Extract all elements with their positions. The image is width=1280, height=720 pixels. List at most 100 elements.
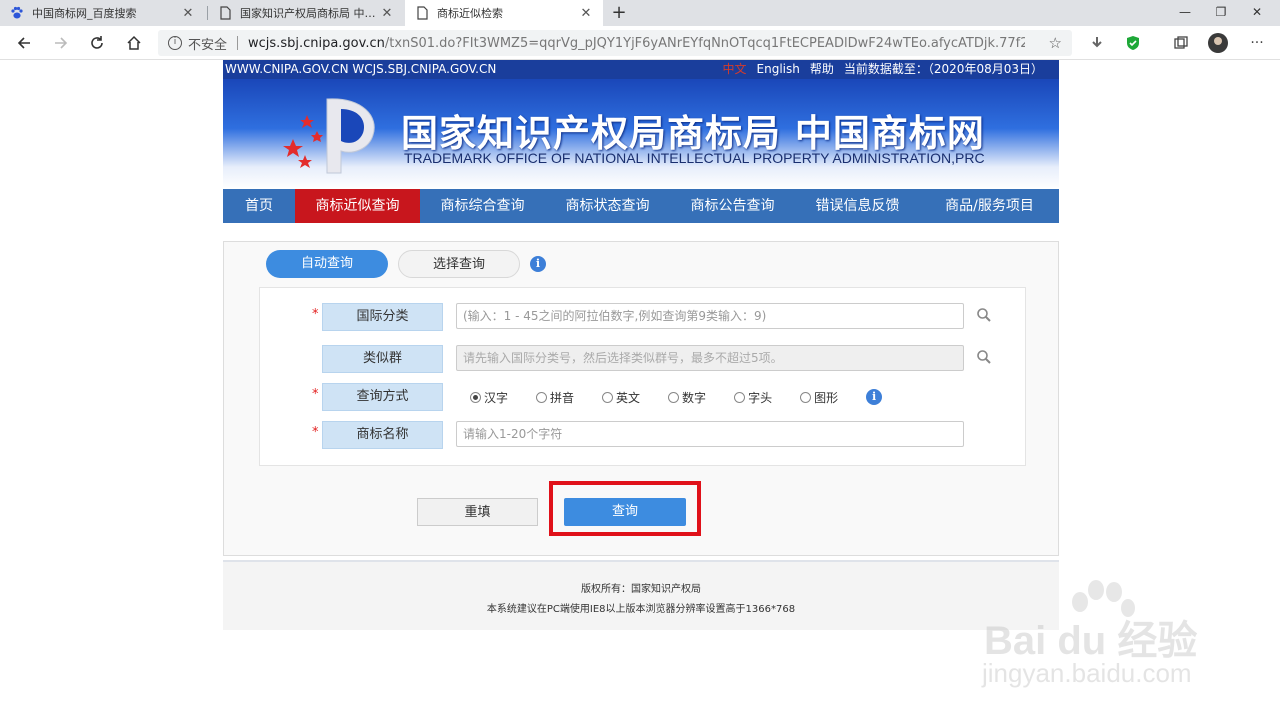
address-toolbar: i 不安全 wcjs.sbj.cnipa.gov.cn /txnS01.do?F…	[0, 26, 1280, 60]
url-host: wcjs.sbj.cnipa.gov.cn	[248, 35, 385, 51]
forward-icon[interactable]	[48, 31, 74, 55]
radio-label: 字头	[748, 390, 773, 405]
radio-english[interactable]: 英文	[602, 389, 640, 406]
tab-auto-search[interactable]: 自动查询	[266, 250, 388, 278]
tab-title: 商标近似检索	[437, 7, 503, 20]
row-query-method: * 查询方式 汉字 拼音 英文 数字 字头 图形 i	[260, 383, 1025, 411]
tab-title: 中国商标网_百度搜索	[32, 7, 137, 20]
tab-cnipa-home[interactable]: 国家知识产权局商标局 中国商标 ✕	[208, 0, 404, 26]
label-query-method: 查询方式	[322, 383, 443, 411]
search-mode-tabs: 自动查询 选择查询 i	[266, 250, 546, 278]
info-icon[interactable]: i	[168, 36, 182, 50]
trademark-name-input[interactable]: 请输入1-20个字符	[456, 421, 964, 447]
radio-dot[interactable]	[800, 391, 812, 403]
nav-error-feedback[interactable]: 错误信息反馈	[795, 189, 920, 223]
favorite-star-icon[interactable]: ☆	[1049, 34, 1062, 52]
site-title-en: TRADEMARK OFFICE OF NATIONAL INTELLECTUA…	[404, 150, 985, 166]
browser-tab-bar: 中国商标网_百度搜索 ✕ 国家知识产权局商标局 中国商标 ✕ 商标近似检索 ✕ …	[0, 0, 1280, 26]
data-date-label: 当前数据截至：（2020年08月03日）	[843, 62, 1043, 76]
more-options-icon[interactable]: ···	[1245, 31, 1269, 55]
radio-initial[interactable]: 字头	[734, 389, 772, 406]
label-trademark-name: 商标名称	[322, 421, 443, 449]
nav-announcement-search[interactable]: 商标公告查询	[670, 189, 795, 223]
tab-baidu-search[interactable]: 中国商标网_百度搜索 ✕	[0, 0, 205, 26]
close-icon[interactable]: ✕	[181, 6, 195, 21]
close-icon[interactable]: ✕	[380, 6, 394, 21]
reset-button[interactable]: 重填	[417, 498, 538, 526]
radio-label: 汉字	[484, 390, 509, 405]
label-intl-class: 国际分类	[322, 303, 443, 331]
address-divider	[237, 36, 239, 50]
info-icon[interactable]: i	[530, 256, 546, 272]
radio-dot[interactable]	[734, 391, 746, 403]
nav-comprehensive-search[interactable]: 商标综合查询	[420, 189, 545, 223]
radio-pinyin[interactable]: 拼音	[536, 389, 574, 406]
close-icon[interactable]: ✕	[579, 6, 593, 21]
required-mark: *	[312, 425, 319, 440]
query-method-options: 汉字 拼音 英文 数字 字头 图形 i	[470, 383, 883, 411]
url-path: /txnS01.do?FIt3WMZ5=qqrVg_pJQY1YjF6yANrE…	[384, 35, 1025, 51]
search-icon[interactable]	[976, 349, 992, 365]
nav-goods-services[interactable]: 商品/服务项目	[920, 189, 1059, 223]
radio-label: 拼音	[550, 390, 575, 405]
download-icon[interactable]	[1085, 31, 1109, 55]
top-links: 中文 English 帮助 当前数据截至：（2020年08月03日）	[723, 60, 1043, 79]
info-icon[interactable]: i	[866, 389, 883, 405]
home-icon[interactable]	[121, 31, 147, 55]
radio-label: 数字	[682, 390, 707, 405]
collections-icon[interactable]	[1169, 31, 1193, 55]
page-icon	[218, 6, 232, 20]
radio-dot[interactable]	[536, 391, 548, 403]
main-navigation: 首页 商标近似查询 商标综合查询 商标状态查询 商标公告查询 错误信息反馈 商品…	[223, 189, 1059, 223]
radio-label: 英文	[616, 390, 641, 405]
radio-label: 图形	[814, 390, 839, 405]
site-title-cn: 国家知识产权局商标局 中国商标网	[401, 111, 985, 155]
insecure-label: 不安全	[188, 37, 228, 53]
row-intl-class: * 国际分类 (输入：1 - 45之间的阿拉伯数字,例如查询第9类输入：9)	[260, 303, 1025, 331]
site-domains: WWW.CNIPA.GOV.CN WCJS.SBJ.CNIPA.GOV.CN	[225, 62, 497, 76]
search-panel: 自动查询 选择查询 i * 国际分类 (输入：1 - 45之间的阿拉伯数字,例如…	[223, 241, 1059, 556]
tab-similar-search[interactable]: 商标近似检索 ✕	[405, 0, 603, 26]
site-banner: 国家知识产权局商标局 中国商标网 TRADEMARK OFFICE OF NAT…	[223, 79, 1059, 189]
radio-dot[interactable]	[668, 391, 680, 403]
intl-class-input[interactable]: (输入：1 - 45之间的阿拉伯数字,例如查询第9类输入：9)	[456, 303, 964, 329]
help-link[interactable]: 帮助	[810, 60, 834, 79]
cnipa-logo-icon	[283, 98, 375, 174]
back-icon[interactable]	[11, 31, 37, 55]
nav-similar-search[interactable]: 商标近似查询	[295, 189, 420, 223]
label-similar-group: 类似群	[322, 345, 443, 373]
profile-avatar[interactable]	[1206, 31, 1230, 55]
required-mark: *	[312, 387, 319, 402]
radio-number[interactable]: 数字	[668, 389, 706, 406]
shield-extension-icon[interactable]	[1121, 31, 1145, 55]
top-info-strip: WWW.CNIPA.GOV.CN WCJS.SBJ.CNIPA.GOV.CN 中…	[223, 60, 1059, 79]
tab-title: 国家知识产权局商标局 中国商标	[240, 7, 380, 20]
radio-graphic[interactable]: 图形	[800, 389, 838, 406]
radio-dot[interactable]	[602, 391, 614, 403]
row-trademark-name: * 商标名称 请输入1-20个字符	[260, 421, 1025, 449]
baidu-jingyan-watermark: Bai du 经验 jingyan.baidu.com	[978, 580, 1218, 695]
search-icon[interactable]	[976, 307, 992, 323]
similar-group-input[interactable]: 请先输入国际分类号，然后选择类似群号，最多不超过5项。	[456, 345, 964, 371]
radio-chinese[interactable]: 汉字	[470, 389, 508, 406]
refresh-icon[interactable]	[84, 31, 110, 55]
address-bar[interactable]: i 不安全 wcjs.sbj.cnipa.gov.cn /txnS01.do?F…	[158, 30, 1072, 56]
nav-status-search[interactable]: 商标状态查询	[545, 189, 670, 223]
nav-home[interactable]: 首页	[223, 189, 295, 223]
search-form: * 国际分类 (输入：1 - 45之间的阿拉伯数字,例如查询第9类输入：9) 类…	[259, 287, 1026, 466]
english-link[interactable]: English	[757, 60, 800, 79]
baidu-paw-icon	[10, 6, 24, 20]
close-window-button[interactable]: ✕	[1234, 0, 1280, 26]
page-icon	[415, 6, 429, 20]
tab-select-search[interactable]: 选择查询	[398, 250, 520, 278]
radio-dot[interactable]	[470, 391, 481, 403]
page-footer: 版权所有：国家知识产权局 本系统建议在PC端使用IE8以上版本浏览器分辨率设置高…	[223, 560, 1059, 630]
new-tab-button[interactable]: +	[608, 2, 630, 24]
required-mark: *	[312, 307, 319, 322]
highlight-box	[549, 481, 701, 536]
browser-recommendation: 本系统建议在PC端使用IE8以上版本浏览器分辨率设置高于1366*768	[486, 604, 796, 615]
row-similar-group: 类似群 请先输入国际分类号，然后选择类似群号，最多不超过5项。	[260, 345, 1025, 373]
copyright-text: 版权所有：国家知识产权局	[581, 584, 701, 595]
watermark-url: jingyan.baidu.com	[982, 658, 1192, 688]
chinese-link[interactable]: 中文	[723, 60, 747, 79]
